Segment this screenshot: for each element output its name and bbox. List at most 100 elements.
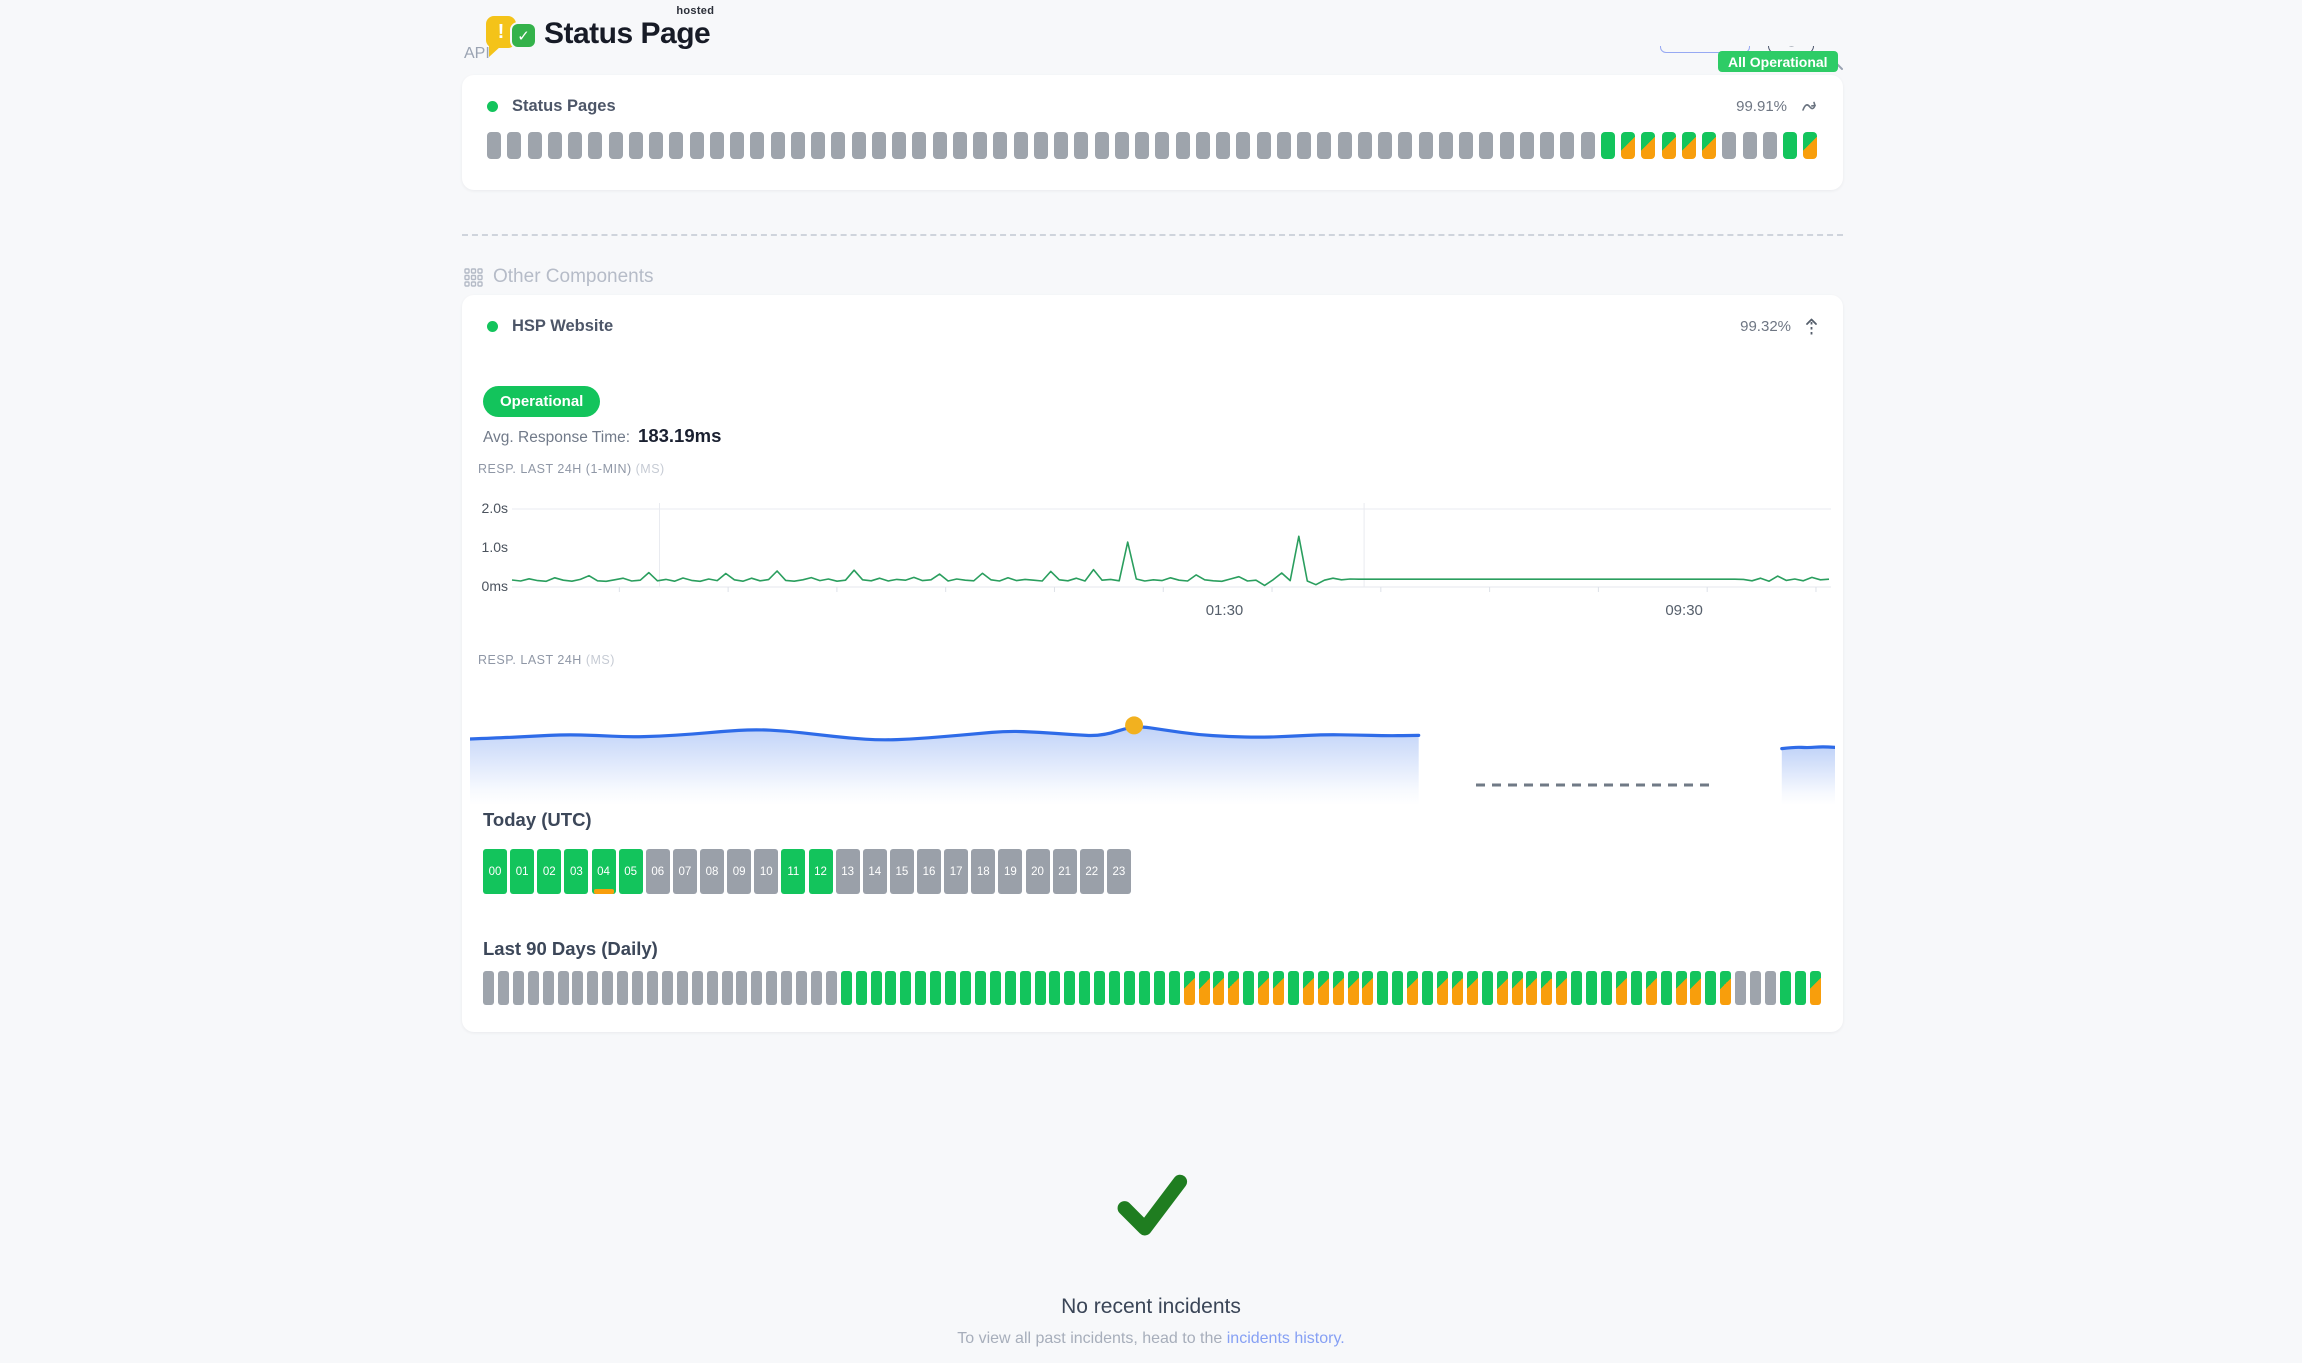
day-bar[interactable]	[498, 971, 509, 1005]
uptime-bar[interactable]	[690, 132, 704, 159]
uptime-bar[interactable]	[1054, 132, 1068, 159]
hour-cell-12[interactable]: 12	[809, 849, 833, 894]
uptime-bar[interactable]	[588, 132, 602, 159]
day-bar[interactable]	[1064, 971, 1075, 1005]
uptime-bar[interactable]	[852, 132, 866, 159]
day-bar[interactable]	[1482, 971, 1493, 1005]
uptime-bar[interactable]	[730, 132, 744, 159]
day-bar[interactable]	[543, 971, 554, 1005]
uptime-bar[interactable]	[1216, 132, 1230, 159]
uptime-bar[interactable]	[1459, 132, 1473, 159]
day-bar[interactable]	[1377, 971, 1388, 1005]
uptime-bar[interactable]	[1763, 132, 1777, 159]
day-bar[interactable]	[1169, 971, 1180, 1005]
hour-cell-02[interactable]: 02	[537, 849, 561, 894]
hour-cell-10[interactable]: 10	[754, 849, 778, 894]
day-bar[interactable]	[1586, 971, 1597, 1005]
day-bar[interactable]	[826, 971, 837, 1005]
day-bar[interactable]	[1661, 971, 1672, 1005]
day-bar[interactable]	[1750, 971, 1761, 1005]
uptime-bar[interactable]	[609, 132, 623, 159]
day-bar[interactable]	[1810, 971, 1821, 1005]
day-bar[interactable]	[1273, 971, 1284, 1005]
day-bar[interactable]	[617, 971, 628, 1005]
hour-cell-17[interactable]: 17	[944, 849, 968, 894]
day-bar[interactable]	[1437, 971, 1448, 1005]
day-bar[interactable]	[1213, 971, 1224, 1005]
hour-cell-23[interactable]: 23	[1107, 849, 1131, 894]
day-bar[interactable]	[990, 971, 1001, 1005]
day-bar[interactable]	[736, 971, 747, 1005]
day-bar[interactable]	[1765, 971, 1776, 1005]
uptime-bar[interactable]	[872, 132, 886, 159]
hour-cell-07[interactable]: 07	[673, 849, 697, 894]
uptime-bar[interactable]	[1500, 132, 1514, 159]
hour-cell-08[interactable]: 08	[700, 849, 724, 894]
uptime-bar[interactable]	[1277, 132, 1291, 159]
trend-wave-icon[interactable]	[1801, 100, 1818, 113]
uptime-bar[interactable]	[710, 132, 724, 159]
day-bar[interactable]	[572, 971, 583, 1005]
day-bar[interactable]	[1243, 971, 1254, 1005]
uptime-bar[interactable]	[1621, 132, 1635, 159]
uptime-bar[interactable]	[1155, 132, 1169, 159]
day-bar[interactable]	[1303, 971, 1314, 1005]
uptime-bar[interactable]	[1115, 132, 1129, 159]
day-bar[interactable]	[1571, 971, 1582, 1005]
day-bar[interactable]	[632, 971, 643, 1005]
day-bar[interactable]	[841, 971, 852, 1005]
uptime-bar[interactable]	[933, 132, 947, 159]
uptime-bar[interactable]	[1641, 132, 1655, 159]
uptime-bar[interactable]	[1074, 132, 1088, 159]
day-bar[interactable]	[1631, 971, 1642, 1005]
day-bar[interactable]	[677, 971, 688, 1005]
day-bar[interactable]	[1079, 971, 1090, 1005]
hour-cell-15[interactable]: 15	[890, 849, 914, 894]
arrow-up-icon[interactable]	[1805, 318, 1818, 336]
uptime-bar[interactable]	[548, 132, 562, 159]
uptime-bar[interactable]	[912, 132, 926, 159]
day-bar[interactable]	[1199, 971, 1210, 1005]
uptime-bar[interactable]	[1317, 132, 1331, 159]
hour-cell-06[interactable]: 06	[646, 849, 670, 894]
day-bar[interactable]	[975, 971, 986, 1005]
hour-cell-13[interactable]: 13	[836, 849, 860, 894]
uptime-bar[interactable]	[568, 132, 582, 159]
day-bar[interactable]	[1109, 971, 1120, 1005]
day-bar[interactable]	[1184, 971, 1195, 1005]
day-bar[interactable]	[1154, 971, 1165, 1005]
hour-cell-14[interactable]: 14	[863, 849, 887, 894]
uptime-bar[interactable]	[1034, 132, 1048, 159]
hour-cell-03[interactable]: 03	[564, 849, 588, 894]
hour-cell-04[interactable]: 04	[592, 849, 616, 894]
uptime-bar[interactable]	[1702, 132, 1716, 159]
uptime-bar[interactable]	[1560, 132, 1574, 159]
day-bar[interactable]	[930, 971, 941, 1005]
uptime-bar[interactable]	[487, 132, 501, 159]
uptime-bar[interactable]	[1520, 132, 1534, 159]
day-bar[interactable]	[1705, 971, 1716, 1005]
day-bar[interactable]	[1512, 971, 1523, 1005]
day-bar[interactable]	[1556, 971, 1567, 1005]
day-bar[interactable]	[1035, 971, 1046, 1005]
uptime-bar[interactable]	[791, 132, 805, 159]
uptime-bar[interactable]	[750, 132, 764, 159]
uptime-bar[interactable]	[953, 132, 967, 159]
hour-cell-19[interactable]: 19	[998, 849, 1022, 894]
day-bar[interactable]	[662, 971, 673, 1005]
uptime-bar[interactable]	[1743, 132, 1757, 159]
day-bar[interactable]	[1348, 971, 1359, 1005]
day-bar[interactable]	[558, 971, 569, 1005]
uptime-bar[interactable]	[771, 132, 785, 159]
day-bar[interactable]	[1616, 971, 1627, 1005]
uptime-bar[interactable]	[1014, 132, 1028, 159]
uptime-bar[interactable]	[1479, 132, 1493, 159]
day-bar[interactable]	[1795, 971, 1806, 1005]
day-bar[interactable]	[1526, 971, 1537, 1005]
uptime-bar[interactable]	[1540, 132, 1554, 159]
uptime-bar[interactable]	[1803, 132, 1817, 159]
day-bar[interactable]	[1139, 971, 1150, 1005]
hour-cell-22[interactable]: 22	[1080, 849, 1104, 894]
day-bar[interactable]	[1497, 971, 1508, 1005]
hour-cell-16[interactable]: 16	[917, 849, 941, 894]
